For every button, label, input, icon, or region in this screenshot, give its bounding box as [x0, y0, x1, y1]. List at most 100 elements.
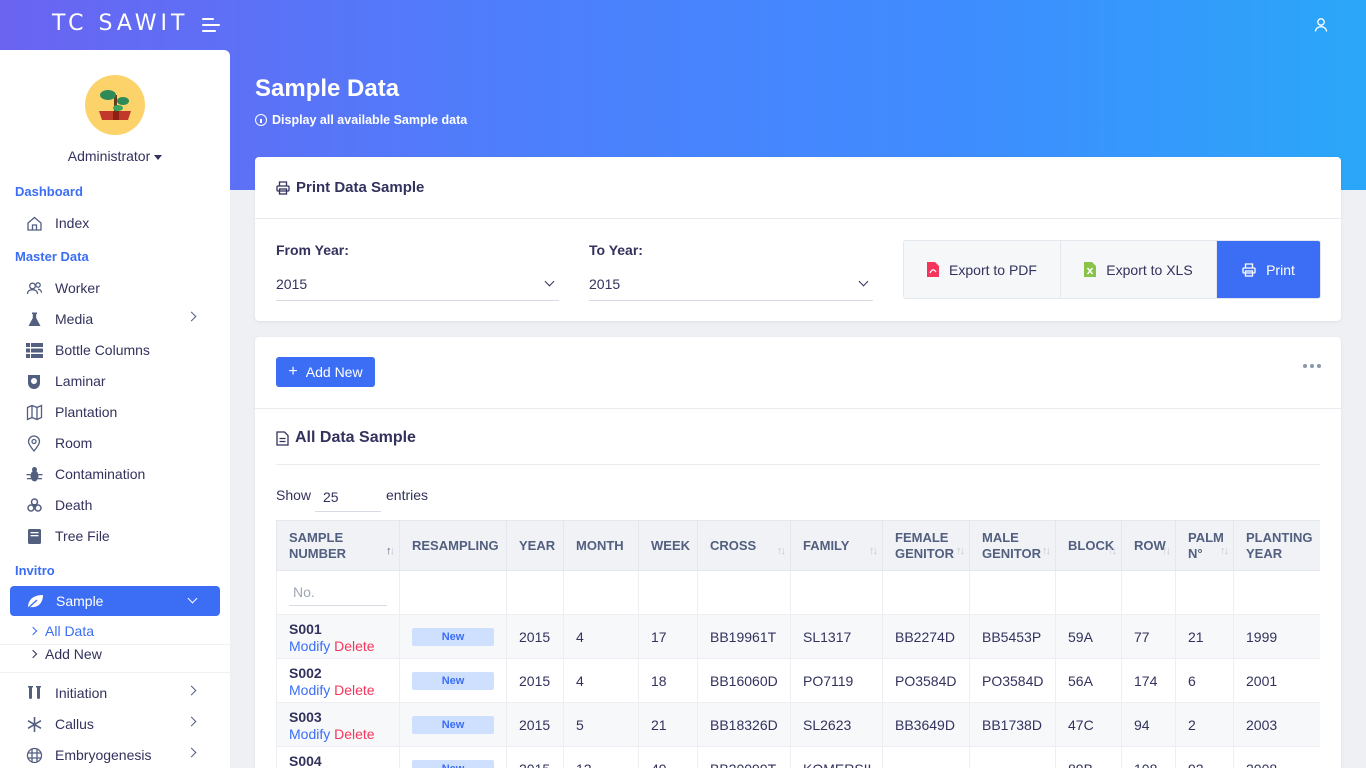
chevron-right-icon — [28, 649, 38, 659]
sidebar-item-index[interactable]: Index — [25, 211, 89, 235]
sidebar-item-laminar[interactable]: Laminar — [25, 369, 106, 393]
section-invitro: Invitro — [15, 563, 55, 578]
cell: 2015 — [506, 746, 564, 768]
cell: PO3584D — [882, 658, 970, 703]
sort-icon: ↑↓ — [956, 545, 965, 557]
sample-number[interactable]: S004 — [289, 752, 387, 768]
sort-icon: ↑↓ — [1220, 545, 1229, 557]
sort-icon: ↑↓ — [1042, 545, 1051, 557]
delete-link[interactable]: Delete — [334, 726, 374, 742]
plus-icon: + — [288, 363, 298, 380]
sidebar-item-contamination[interactable]: Contamination — [25, 462, 145, 486]
brand-logo[interactable]: TC SAWIT — [52, 11, 188, 36]
cell: SL2623 — [790, 702, 883, 747]
avatar[interactable] — [85, 75, 145, 135]
sidebar-item-bottle-columns[interactable]: Bottle Columns — [25, 338, 150, 362]
cell: PO7119 — [790, 658, 883, 703]
cell: BB20099T — [697, 746, 791, 768]
cell: 2008 — [1233, 746, 1320, 768]
status-badge: New — [412, 760, 494, 768]
sidebar-item-sample[interactable]: Sample — [10, 586, 220, 616]
sidebar-item-room[interactable]: Room — [25, 431, 92, 455]
col-male-genitor[interactable]: MALE GENITOR ↑↓ — [969, 520, 1056, 571]
section-dashboard: Dashboard — [15, 184, 83, 199]
sidebar-item-worker[interactable]: Worker — [25, 276, 100, 300]
sidebar-item-death[interactable]: Death — [25, 493, 92, 517]
col-month[interactable]: MONTH — [563, 520, 639, 571]
pdf-file-icon — [927, 262, 940, 277]
col-resampling[interactable]: RESAMPLING — [399, 520, 507, 571]
cell: 94 — [1121, 702, 1176, 747]
cell: 4 — [563, 658, 639, 703]
table-row: S001 Modify Delete New 2015 4 17 BB19961T… — [276, 614, 1320, 659]
chevron-down-icon — [187, 593, 198, 604]
section-master-data: Master Data — [15, 249, 89, 264]
book-icon — [25, 527, 43, 545]
sidebar-item-callus[interactable]: Callus — [25, 712, 205, 736]
caret-down-icon — [154, 154, 163, 160]
sidebar-item-plantation[interactable]: Plantation — [25, 400, 117, 424]
chevron-down-icon — [858, 276, 869, 287]
sidebar-subitem-all-data[interactable]: All Data — [28, 623, 94, 639]
entries-per-page-input[interactable]: 25 — [315, 482, 381, 512]
cell: 21 — [1175, 614, 1234, 659]
sidebar-item-initiation[interactable]: Initiation — [25, 681, 205, 705]
cell: 2003 — [1233, 702, 1320, 747]
col-family[interactable]: FAMILY ↑↓ — [790, 520, 883, 571]
col-cross[interactable]: CROSS ↑↓ — [697, 520, 791, 571]
col-sample-number[interactable]: SAMPLE NUMBER ↑↓ — [276, 520, 400, 571]
col-female-genitor[interactable]: FEMALE GENITOR ↑↓ — [882, 520, 970, 571]
add-new-button[interactable]: + Add New — [276, 357, 375, 387]
printer-icon — [276, 180, 290, 195]
table-row: S004Modify Delete New 2015 12 49 BB20099… — [276, 746, 1320, 768]
col-year[interactable]: YEAR — [506, 520, 564, 571]
sidebar-item-tree-file[interactable]: Tree File — [25, 524, 110, 548]
cell: BB1738D — [969, 702, 1056, 747]
chevron-right-icon — [186, 747, 197, 758]
sample-number[interactable]: S002 — [289, 664, 387, 682]
export-pdf-button[interactable]: Export to PDF — [904, 241, 1061, 298]
status-badge: New — [412, 672, 494, 690]
data-card: + Add New All Data Sample Show 25 entries… — [255, 337, 1341, 768]
sample-number[interactable]: S003 — [289, 708, 387, 726]
delete-link[interactable]: Delete — [334, 682, 374, 698]
sample-number-filter-input[interactable]: No. — [289, 580, 387, 606]
from-year-label: From Year: — [276, 242, 349, 258]
col-block[interactable]: BLOCK ↑↓ — [1055, 520, 1122, 571]
print-button[interactable]: Print — [1217, 241, 1320, 298]
sidebar-item-embryogenesis[interactable]: Embryogenesis — [25, 743, 205, 767]
chevron-down-icon — [544, 276, 555, 287]
cell: 89B — [1055, 746, 1122, 768]
cell: SL1317 — [790, 614, 883, 659]
status-badge: New — [412, 628, 494, 646]
col-row[interactable]: ROW ↑↓ — [1121, 520, 1176, 571]
sidebar: Administrator Dashboard Index Master Dat… — [0, 50, 230, 768]
col-planting-year[interactable]: PLANTING YEAR↑↓ — [1233, 520, 1320, 571]
table-title: All Data Sample — [276, 429, 416, 447]
menu-toggle-icon[interactable] — [202, 16, 222, 34]
modify-link[interactable]: Modify — [289, 638, 330, 654]
sidebar-divider — [0, 644, 230, 645]
from-year-select[interactable]: 2015 — [276, 267, 559, 301]
entries-label: entries — [386, 487, 429, 503]
modify-link[interactable]: Modify — [289, 726, 330, 742]
to-year-select[interactable]: 2015 — [589, 267, 873, 301]
user-menu[interactable]: Administrator — [0, 148, 230, 164]
col-week[interactable]: WEEK — [638, 520, 698, 571]
more-options-icon[interactable] — [1303, 364, 1321, 368]
cell: 59A — [1055, 614, 1122, 659]
delete-link[interactable]: Delete — [334, 638, 374, 654]
col-palm-no[interactable]: PALM N° ↑↓ — [1175, 520, 1234, 571]
sort-asc-icon: ↑↓ — [386, 545, 395, 557]
sample-number[interactable]: S001 — [289, 620, 387, 638]
cell: 18 — [638, 658, 698, 703]
sidebar-item-media[interactable]: Media — [25, 307, 205, 331]
export-xls-button[interactable]: Export to XLS — [1061, 241, 1217, 298]
card-divider — [255, 408, 1341, 409]
sidebar-subitem-add-new[interactable]: Add New — [28, 646, 102, 662]
modify-link[interactable]: Modify — [289, 682, 330, 698]
user-icon[interactable] — [1312, 16, 1330, 34]
cell: 92 — [1175, 746, 1234, 768]
cell: 49 — [638, 746, 698, 768]
table-row: S002 Modify Delete New 2015 4 18 BB16060D… — [276, 658, 1320, 703]
